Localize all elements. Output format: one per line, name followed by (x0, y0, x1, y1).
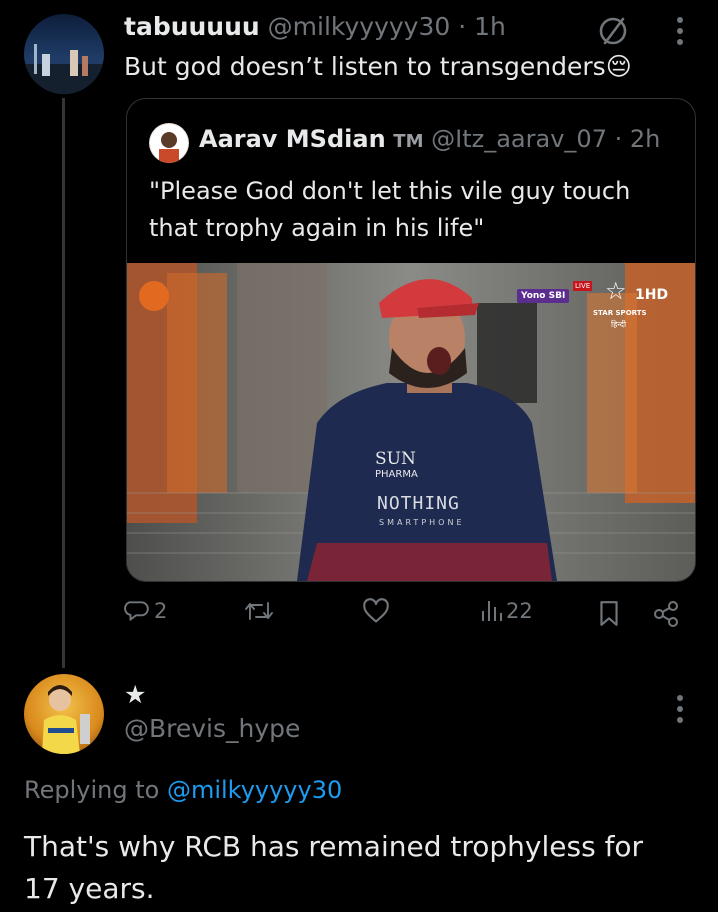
broadcaster-name: STAR SPORTS (593, 309, 647, 317)
quoted-tweet-text-line1: "Please God don't let this vile guy touc… (149, 177, 631, 205)
quoted-author-handle[interactable]: @Itz_aarav_07 (431, 125, 607, 153)
repost-icon (245, 602, 273, 620)
reply-more-options-icon[interactable] (666, 690, 694, 728)
tm-badge: TM (393, 131, 424, 152)
like-button[interactable] (362, 598, 390, 624)
quoted-tweet-card[interactable]: Aarav MSdian TM @Itz_aarav_07 · 2h "Plea… (126, 98, 696, 582)
reply-text-line1: That's why RCB has remained trophyless f… (24, 830, 644, 863)
reply-count: 2 (154, 599, 168, 623)
avatar[interactable] (24, 14, 104, 94)
reply-button[interactable]: 2 (124, 598, 167, 624)
bookmark-icon (600, 601, 618, 626)
author-display-name[interactable]: tabuuuuu (124, 12, 260, 41)
quoted-tweet-image[interactable]: SUN PHARMA NOTHING SMARTPHONE Yono SBI L… (127, 263, 695, 581)
avatar-image (24, 44, 104, 94)
jersey-shirt-subtext: SMARTPHONE (379, 518, 465, 527)
broadcaster-language: हिन्दी (611, 320, 627, 329)
team-logo (139, 281, 169, 311)
tweet-text: But god doesn’t listen to transgenders (124, 52, 606, 81)
quoted-author-avatar[interactable] (149, 123, 189, 163)
reply-author-display-name[interactable]: ★ (124, 680, 146, 709)
pensive-emoji: 😔 (605, 52, 632, 81)
repost-button[interactable] (244, 598, 274, 624)
reply-text-line2: 17 years. (24, 872, 155, 905)
jersey-sponsor-name: SUN (375, 449, 416, 469)
replying-to-prefix: Replying to (24, 776, 167, 804)
channel-label: 1HD (635, 287, 669, 303)
thread-connector-line (62, 98, 65, 668)
replying-to-link[interactable]: @milkyyyyy30 (167, 776, 342, 804)
grok-icon[interactable] (596, 14, 630, 48)
reply-icon (124, 601, 149, 621)
tweet-timestamp[interactable]: · 1h (458, 12, 506, 41)
share-button[interactable] (650, 598, 682, 630)
views-button[interactable]: 22 (480, 598, 533, 624)
quoted-author-display-name[interactable]: Aarav MSdian (199, 125, 386, 153)
reply-author-handle[interactable]: @Brevis_hype (124, 714, 300, 743)
heart-icon (363, 598, 389, 623)
yono-sbi-logo: Yono SBI (517, 289, 570, 303)
view-count: 22 (506, 599, 533, 623)
share-icon (654, 601, 678, 627)
star-sports-logo: ☆ (605, 277, 627, 305)
live-badge: LIVE (573, 281, 593, 291)
author-handle[interactable]: @milkyyyyy30 (268, 12, 451, 41)
bookmark-button[interactable] (596, 599, 622, 629)
jersey-shirt-text: NOTHING (377, 493, 460, 514)
quoted-tweet-text-line2: that trophy again in his life" (149, 214, 485, 242)
views-chart-icon (482, 601, 502, 621)
more-options-icon[interactable] (666, 12, 694, 50)
jersey-sponsor-sub: PHARMA (375, 469, 418, 480)
reply-author-avatar[interactable] (24, 674, 104, 754)
quoted-tweet-timestamp[interactable]: · 2h (615, 125, 661, 153)
